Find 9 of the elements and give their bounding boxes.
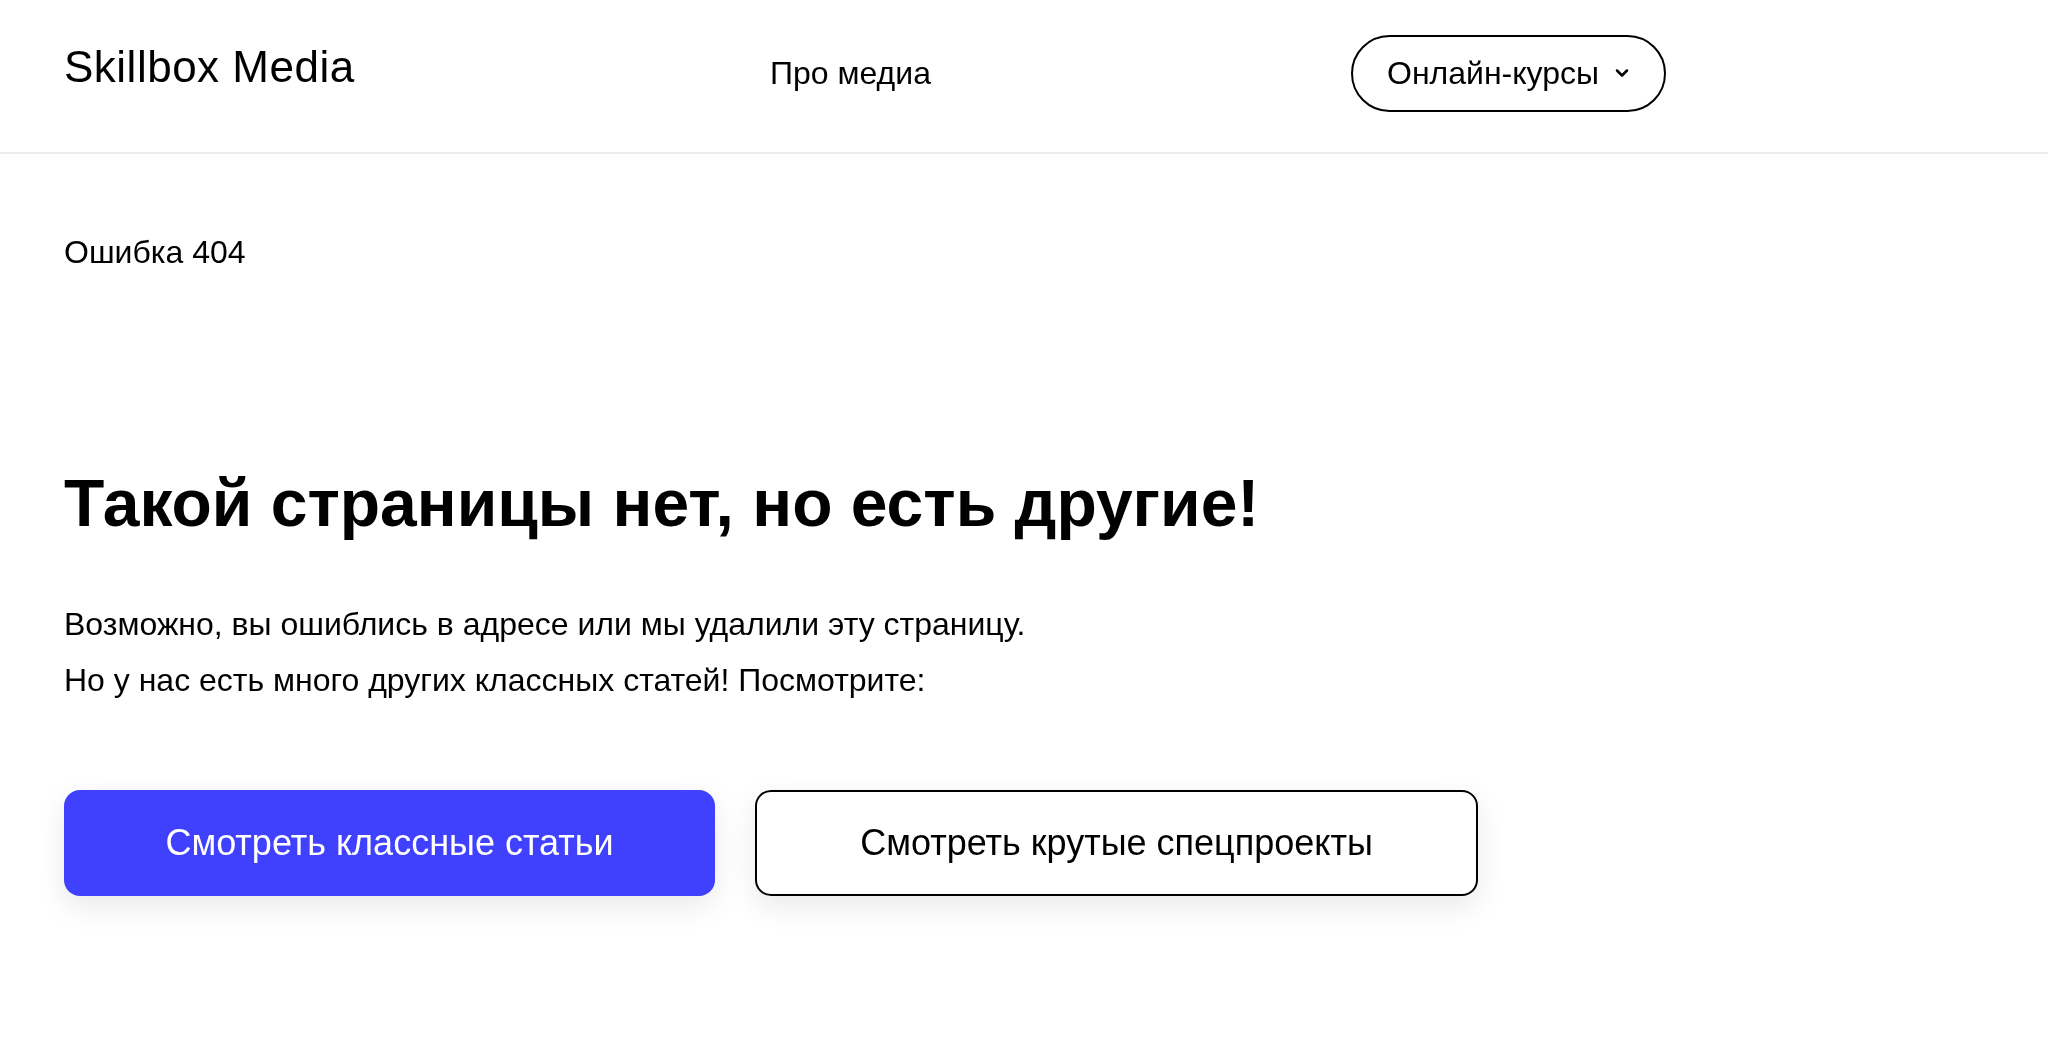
message-text: Возможно, вы ошиблись в адресе или мы удалили эту страницу. <box>64 605 1026 644</box>
nav-link[interactable]: Про медиа <box>770 53 931 93</box>
page-heading: Такой страницы нет, но есть другие! <box>64 465 1260 542</box>
error-code-label: Ошибка 404 <box>64 233 246 272</box>
site-logo[interactable]: Skillbox Media <box>64 42 355 92</box>
message-text: Но у нас есть много других классных статей! Посмотрите: <box>64 661 926 700</box>
special-projects-button[interactable]: Смотреть крутые спецпроекты <box>755 790 1478 896</box>
articles-button[interactable]: Смотреть классные статьи <box>64 790 715 896</box>
courses-dropdown-button[interactable]: Онлайн-курсы <box>1351 34 1667 112</box>
